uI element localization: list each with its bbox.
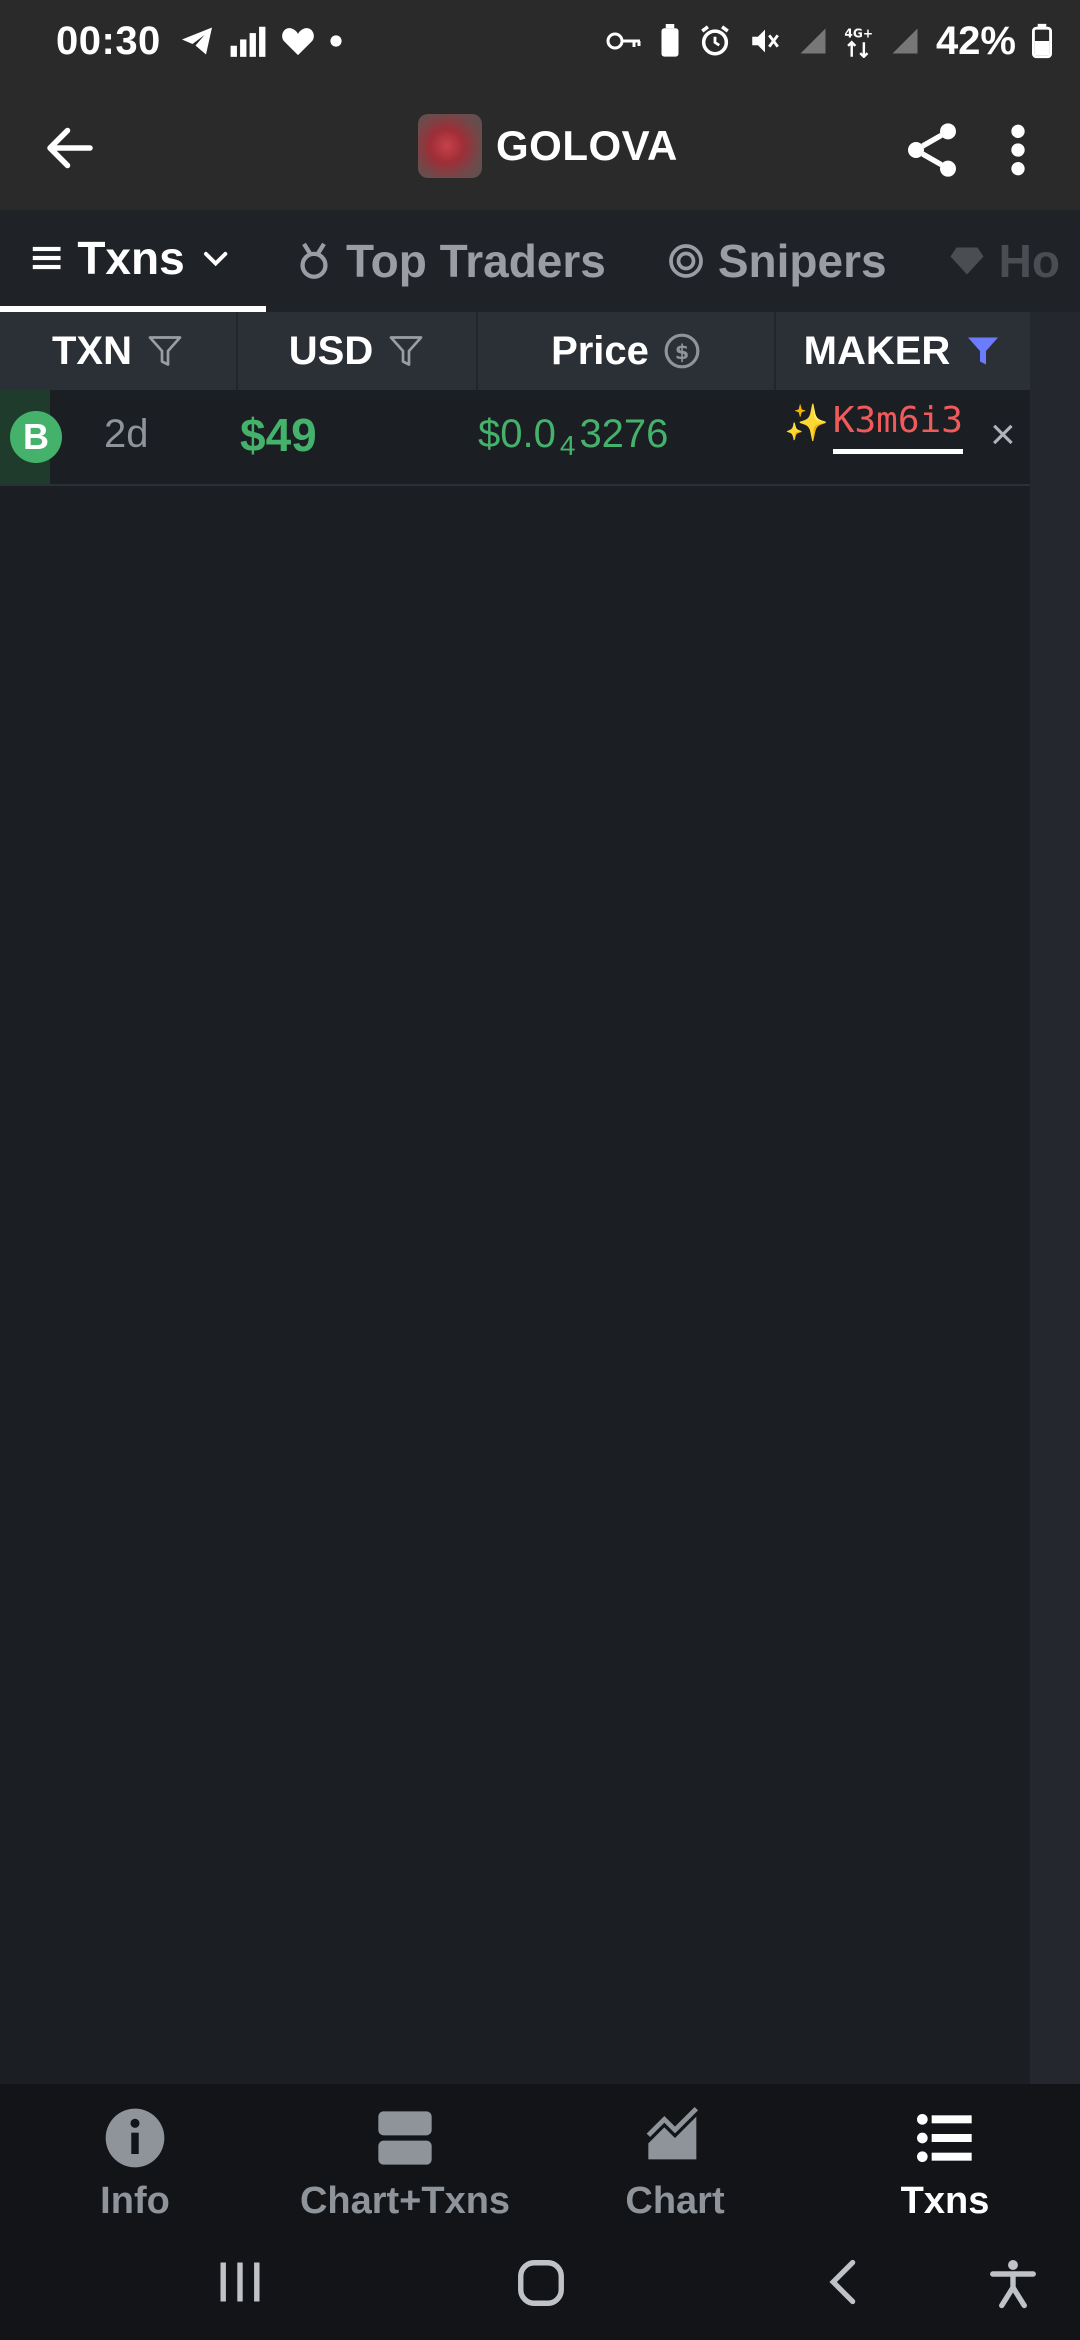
nav-info[interactable]: Info bbox=[0, 2084, 270, 2226]
back-arrow-icon[interactable] bbox=[40, 118, 100, 178]
txn-price: $0.0 4 3276 bbox=[478, 412, 668, 462]
diamond-icon bbox=[950, 247, 984, 275]
nav-label: Info bbox=[100, 2180, 170, 2222]
column-label: USD bbox=[288, 328, 374, 373]
token-avatar bbox=[418, 114, 482, 178]
app-bar: GOLOVA bbox=[0, 82, 1080, 210]
maker-cell[interactable]: ✨ K3m6i3 bbox=[784, 400, 963, 454]
more-vertical-icon[interactable] bbox=[994, 118, 1042, 182]
status-time: 00:30 bbox=[56, 18, 161, 63]
4g-icon: 4G+ bbox=[844, 26, 873, 58]
list-icon bbox=[917, 2114, 972, 2162]
column-txn[interactable]: TXN bbox=[0, 312, 238, 390]
share-icon[interactable] bbox=[900, 118, 964, 182]
svg-text:$: $ bbox=[675, 340, 689, 364]
column-label: TXN bbox=[52, 328, 132, 373]
list-icon bbox=[32, 246, 61, 270]
tab-top-traders[interactable]: Top Traders bbox=[296, 210, 606, 312]
buy-badge: B bbox=[10, 411, 62, 463]
signal-icon bbox=[800, 28, 826, 54]
tab-label: Ho bbox=[998, 235, 1060, 287]
nav-txns[interactable]: Txns bbox=[810, 2084, 1080, 2226]
bottom-nav: Info Chart+Txns Chart Txns bbox=[0, 2084, 1080, 2226]
price-prefix: $0.0 bbox=[478, 412, 556, 456]
alarm-icon bbox=[701, 25, 729, 56]
info-icon bbox=[105, 2108, 165, 2168]
column-maker[interactable]: MAKER bbox=[776, 312, 1030, 390]
tab-snipers[interactable]: Snipers bbox=[668, 210, 887, 312]
filter-icon[interactable] bbox=[387, 333, 425, 369]
token-name: GOLOVA bbox=[496, 122, 678, 169]
table-row[interactable]: B 2d $49 $0.0 4 3276 ✨ K3m6i3 × bbox=[0, 390, 1030, 486]
dot-icon bbox=[330, 35, 342, 47]
battery-icon bbox=[1032, 23, 1052, 59]
signal-icon bbox=[892, 28, 918, 54]
clear-filter-button[interactable]: × bbox=[990, 410, 1016, 460]
tab-bar: Txns Top Traders Snipers Ho bbox=[0, 210, 1080, 312]
txn-age: 2d bbox=[104, 412, 149, 456]
home-icon[interactable] bbox=[514, 2256, 568, 2310]
dollar-circle-icon[interactable]: $ bbox=[663, 332, 701, 370]
tab-label: Snipers bbox=[717, 235, 887, 287]
tab-holders[interactable]: Ho bbox=[949, 210, 1060, 312]
tab-label: Top Traders bbox=[346, 235, 606, 287]
column-usd[interactable]: USD bbox=[238, 312, 478, 390]
recent-apps-icon[interactable] bbox=[214, 2256, 266, 2308]
signal-bars-icon bbox=[230, 26, 266, 57]
medal-icon bbox=[300, 242, 328, 279]
area-chart-icon bbox=[646, 2106, 699, 2160]
sparkle-icon: ✨ bbox=[784, 402, 829, 443]
battery-saver-icon bbox=[661, 24, 679, 57]
column-price[interactable]: Price $ bbox=[478, 312, 776, 390]
accessibility-icon[interactable] bbox=[986, 2256, 1040, 2310]
split-layout-icon bbox=[378, 2111, 432, 2165]
maker-address-link[interactable]: K3m6i3 bbox=[832, 400, 963, 454]
svg-text:4G+: 4G+ bbox=[844, 26, 873, 40]
column-label: Price bbox=[551, 328, 649, 373]
mute-icon bbox=[752, 29, 779, 53]
table-header: TXN USD Price $ MAKER bbox=[0, 312, 1030, 390]
telegram-icon bbox=[181, 27, 212, 55]
filter-icon[interactable] bbox=[146, 333, 184, 369]
nav-label: Txns bbox=[900, 2180, 990, 2222]
system-nav-bar bbox=[0, 2226, 1080, 2340]
price-zero-count: 4 bbox=[559, 430, 576, 461]
nav-chart[interactable]: Chart bbox=[540, 2084, 810, 2226]
battery-percent: 42% bbox=[935, 18, 1016, 63]
key-icon bbox=[606, 32, 641, 50]
scrollbar[interactable] bbox=[1030, 312, 1080, 2084]
tab-label: Txns bbox=[77, 232, 185, 284]
txn-usd: $49 bbox=[240, 409, 317, 461]
token-title: GOLOVA bbox=[418, 114, 678, 178]
nav-chart-txns[interactable]: Chart+Txns bbox=[270, 2084, 540, 2226]
nav-label: Chart bbox=[625, 2180, 725, 2222]
heart-icon bbox=[281, 28, 314, 56]
back-icon[interactable] bbox=[818, 2256, 870, 2308]
status-bar: 00:30 4G+ 42% bbox=[0, 0, 1080, 82]
target-icon bbox=[669, 244, 703, 278]
tab-txns[interactable]: Txns bbox=[0, 210, 266, 312]
price-digits: 3276 bbox=[579, 412, 669, 456]
chevron-down-icon bbox=[203, 251, 228, 267]
nav-label: Chart+Txns bbox=[299, 2180, 511, 2222]
column-label: MAKER bbox=[803, 328, 951, 373]
filter-active-icon[interactable] bbox=[964, 333, 1002, 369]
